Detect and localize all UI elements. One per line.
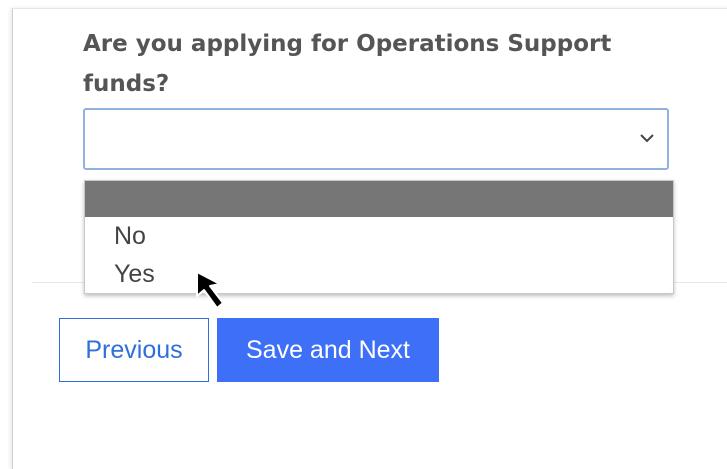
select-dropdown-list: No Yes [84,180,674,294]
chevron-down-icon [640,134,654,143]
dropdown-option-no[interactable]: No [85,217,673,255]
dropdown-option-yes[interactable]: Yes [85,255,673,293]
save-and-next-button[interactable]: Save and Next [217,318,439,382]
dropdown-option-blank[interactable] [85,181,673,217]
operations-support-select[interactable] [83,108,669,170]
question-label: Are you applying for Operations Support … [83,31,612,97]
previous-button[interactable]: Previous [59,318,209,382]
